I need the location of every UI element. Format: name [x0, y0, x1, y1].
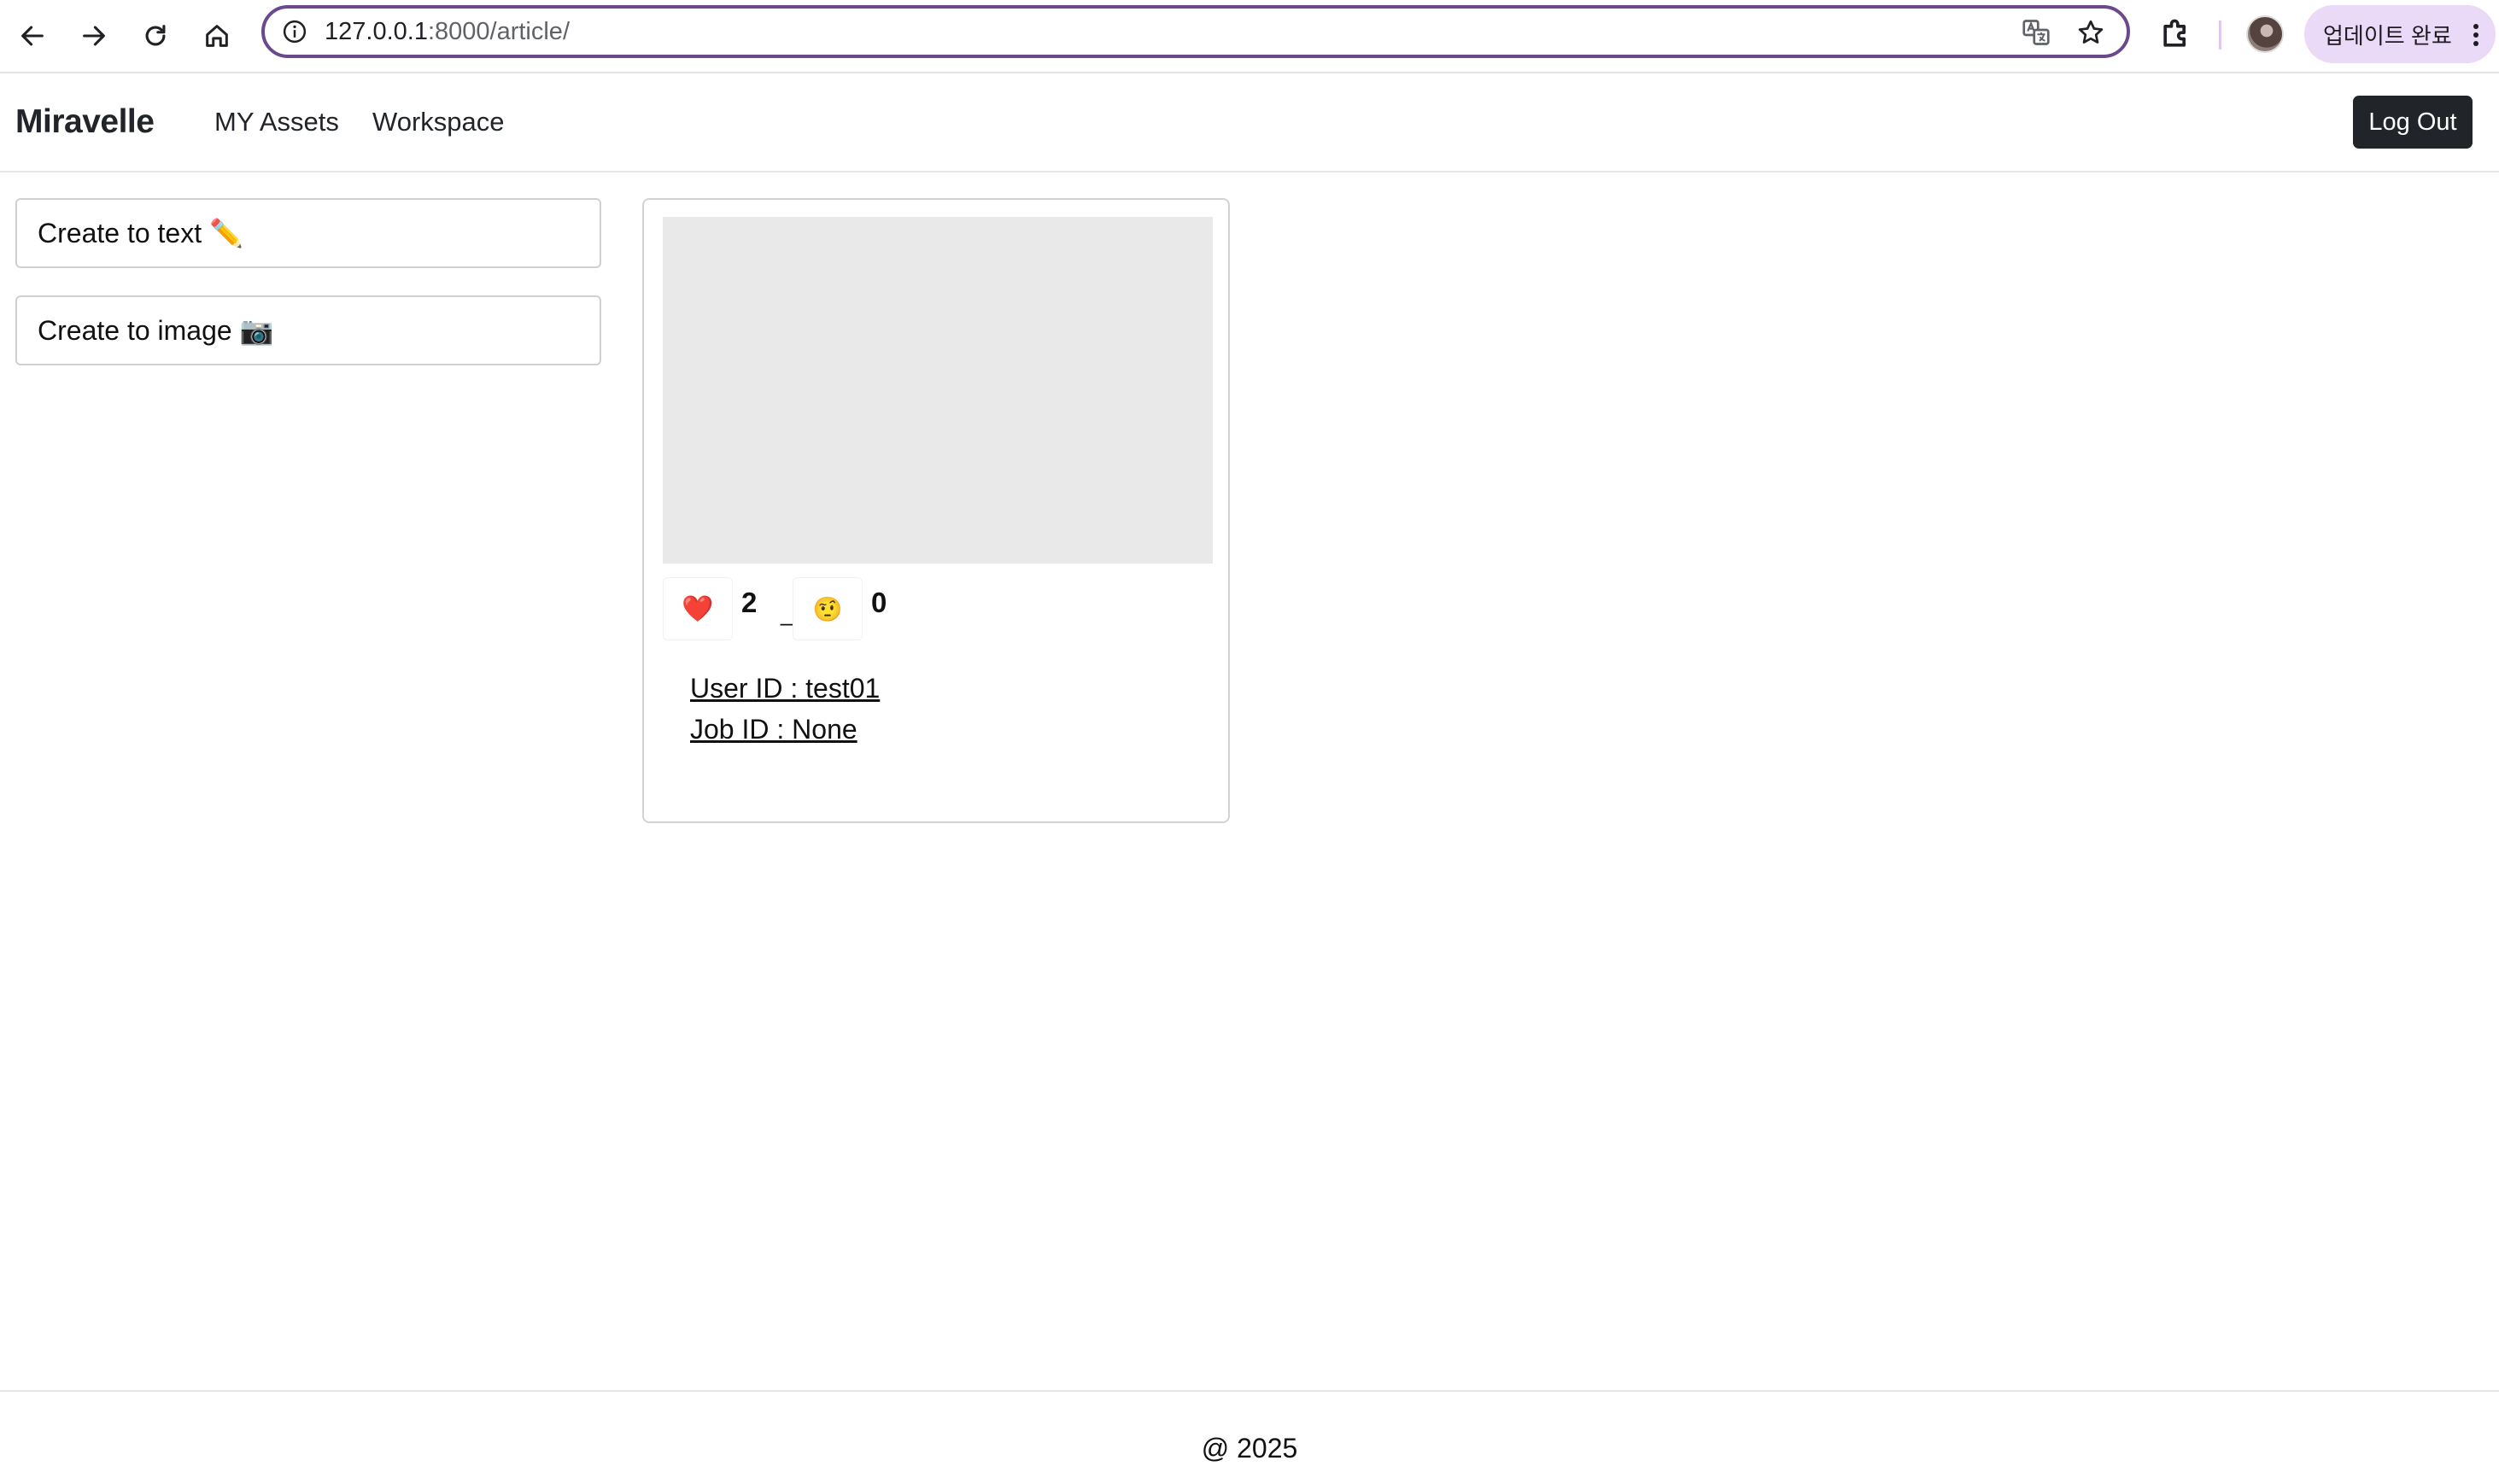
more-vert-icon: [2473, 24, 2479, 46]
back-button[interactable]: [10, 14, 55, 58]
url-host: 127.0.0.1: [325, 18, 428, 45]
reload-button[interactable]: [133, 14, 178, 58]
heart-icon: ❤️: [682, 594, 714, 623]
brand-logo[interactable]: Miravelle: [15, 73, 155, 171]
card-image-placeholder[interactable]: [663, 217, 1213, 564]
like-button[interactable]: ❤️: [663, 577, 733, 640]
address-bar[interactable]: 127.0.0.1:8000/article/: [261, 5, 2130, 58]
like-count: 2: [741, 587, 758, 618]
url-path: :8000/article/: [427, 18, 570, 45]
create-text-button[interactable]: Create to text ✏️: [15, 198, 601, 268]
extensions-puzzle-icon[interactable]: [2157, 15, 2195, 53]
job-id-link[interactable]: Job ID : None: [690, 714, 857, 745]
site-info-icon[interactable]: [282, 19, 307, 44]
update-button[interactable]: 업데이트 완료: [2304, 5, 2496, 63]
update-chip-label: 업데이트 완료: [2323, 22, 2452, 49]
forward-button[interactable]: [72, 14, 116, 58]
browser-toolbar: 127.0.0.1:8000/article/ 업데이트 완료: [0, 0, 2499, 73]
toolbar-divider: [2219, 20, 2221, 50]
logout-button[interactable]: Log Out: [2353, 96, 2473, 149]
skeptical-reaction-button[interactable]: 🤨: [793, 577, 863, 640]
reload-icon: [145, 25, 166, 46]
footer-copyright: @ 2025: [1201, 1433, 1298, 1464]
site-footer: @ 2025: [0, 1390, 2499, 1484]
home-icon: [206, 25, 228, 47]
arrow-left-icon: [21, 26, 44, 46]
skeptical-count: 0: [871, 587, 887, 618]
user-id-link[interactable]: User ID : test01: [690, 673, 880, 704]
translate-icon[interactable]: [2021, 17, 2051, 48]
arrow-right-icon: [83, 26, 105, 46]
bookmark-star-icon[interactable]: [2075, 17, 2106, 48]
skeptical-face-icon: 🤨: [812, 595, 843, 622]
url-text[interactable]: 127.0.0.1:8000/article/: [325, 9, 570, 55]
create-image-button[interactable]: Create to image 📷: [15, 295, 601, 365]
article-card: ❤️ 2 _ 🤨 0 User ID : test01 Job ID : Non…: [642, 198, 1230, 823]
home-button[interactable]: [195, 14, 239, 58]
nav-link-workspace[interactable]: Workspace: [372, 73, 505, 171]
profile-avatar[interactable]: [2246, 15, 2284, 53]
site-navbar: Miravelle MY Assets Workspace Log Out: [0, 73, 2499, 172]
nav-link-my-assets[interactable]: MY Assets: [214, 73, 339, 171]
